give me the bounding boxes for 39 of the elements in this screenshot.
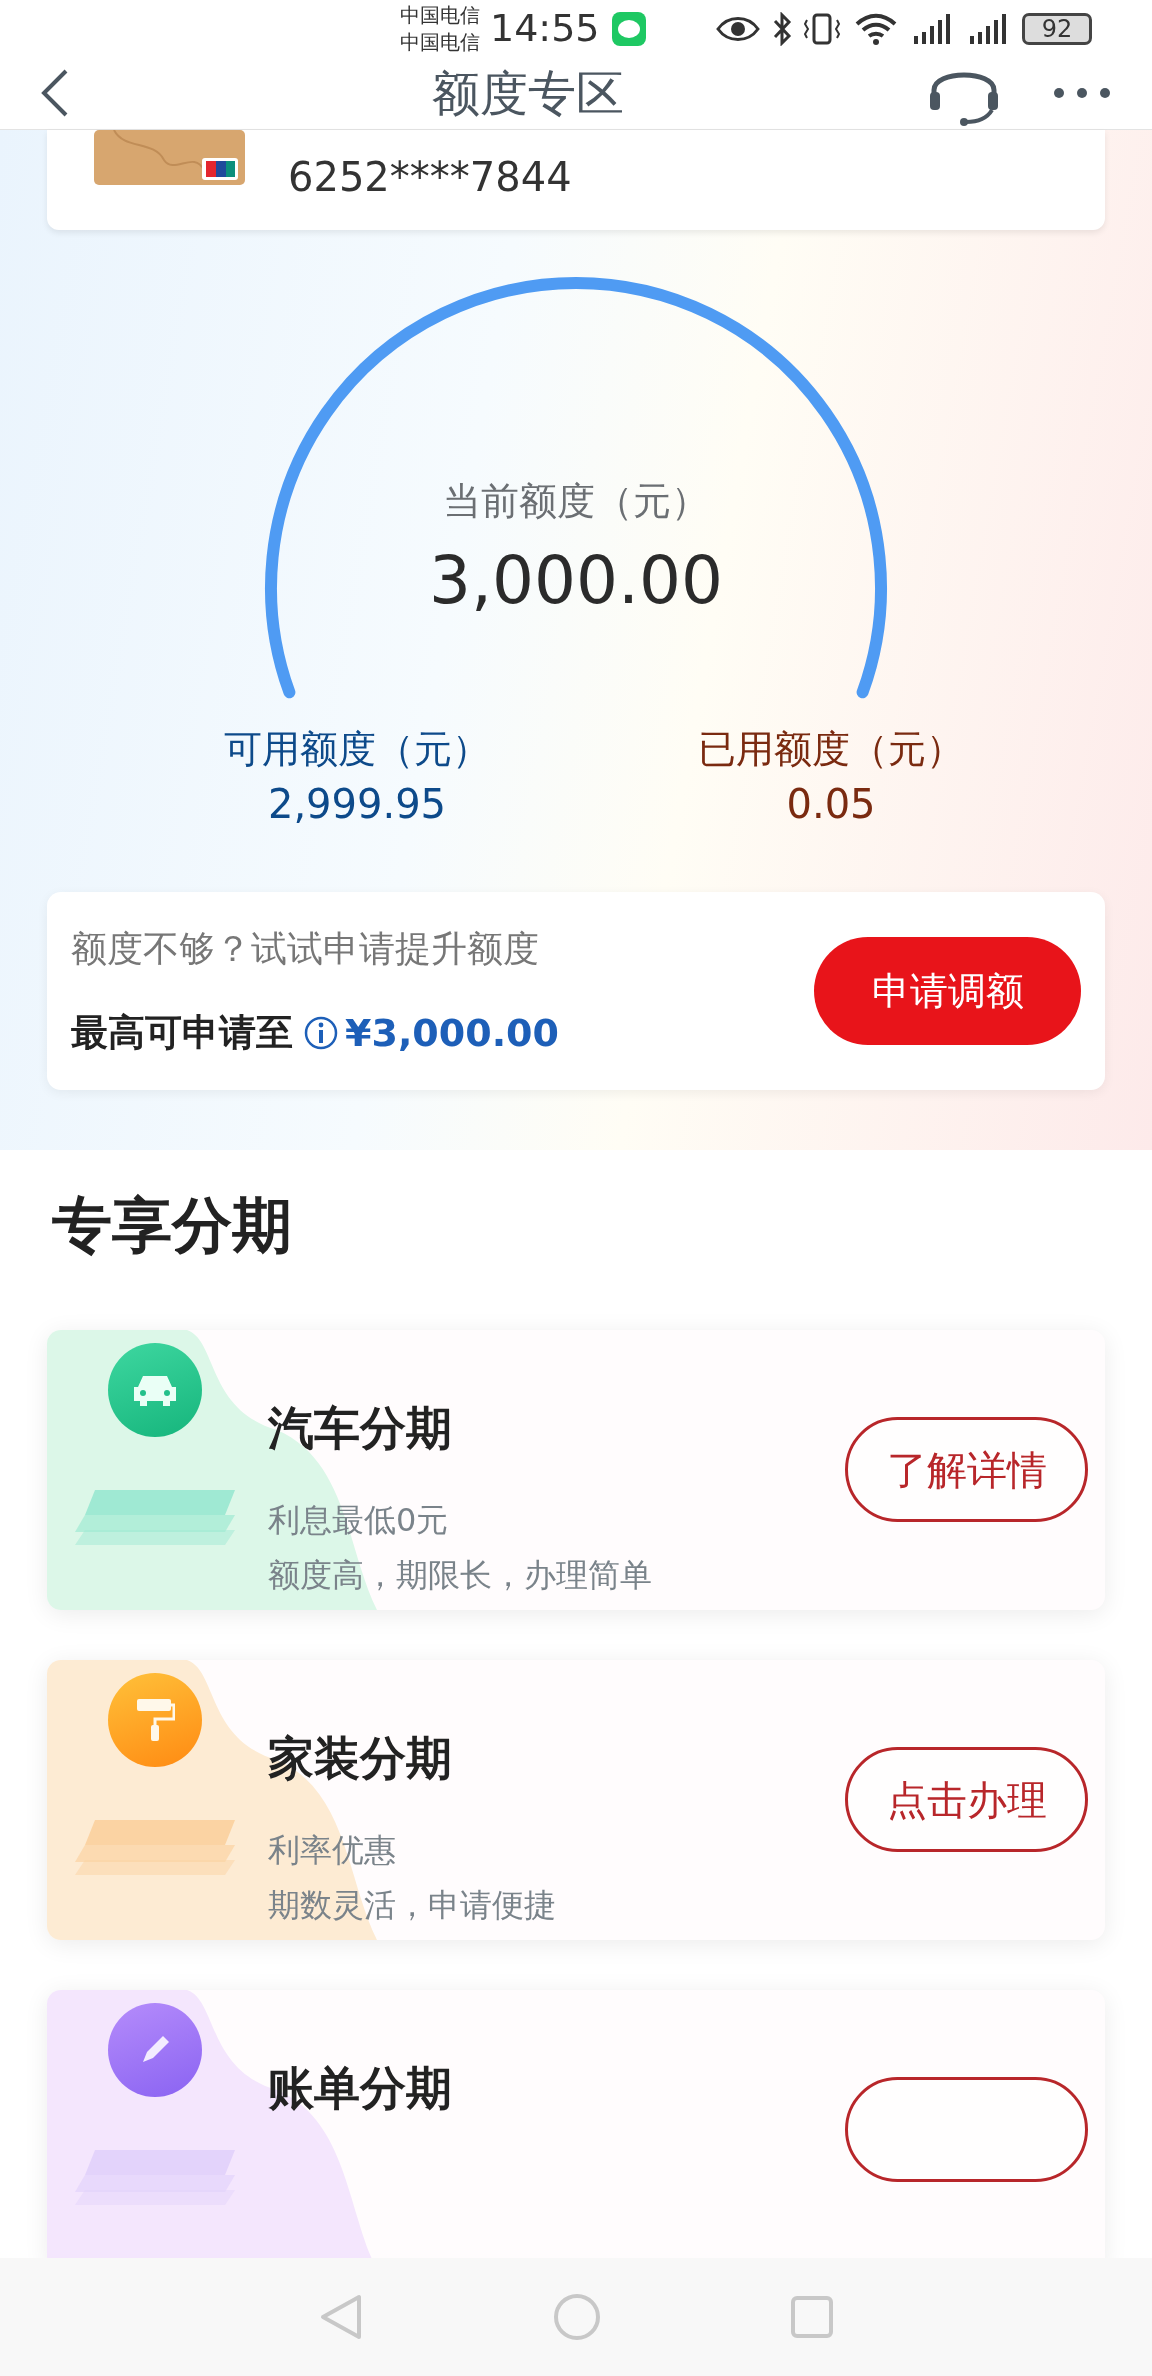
product-description: 期数灵活，申请便捷 — [268, 1885, 557, 1925]
more-icon[interactable] — [1052, 86, 1112, 100]
product-button[interactable]: 了解详情 — [845, 1417, 1088, 1522]
max-value: ¥3,000.00 — [345, 1011, 559, 1055]
paint-roller-icon — [135, 1697, 175, 1743]
status-time: 14:55 — [490, 5, 600, 52]
max-label: 最高可申请至 — [71, 1011, 293, 1055]
gauge-value: 3,000.00 — [429, 541, 723, 621]
product-title: 家装分期 — [268, 1730, 453, 1786]
product-description: 利率优惠 — [268, 1830, 397, 1870]
product-title: 账单分期 — [268, 2060, 453, 2116]
section-title: 专享分期 — [52, 1190, 293, 1260]
product-card[interactable]: 账单分期 — [47, 1990, 1105, 2258]
carrier-name: 中国电信 — [400, 1, 480, 29]
wifi-icon — [854, 11, 898, 46]
info-icon[interactable] — [303, 1015, 339, 1051]
stat-label: 已用额度（元） — [698, 726, 964, 772]
battery-indicator: 92 — [1022, 12, 1092, 45]
stat-label: 可用额度（元） — [224, 726, 490, 772]
product-card[interactable]: 家装分期 利率优惠 期数灵活，申请便捷 点击办理 — [47, 1660, 1105, 1940]
product-title: 汽车分期 — [268, 1400, 453, 1456]
bluetooth-icon — [772, 11, 792, 46]
page-title: 额度专区 — [431, 64, 625, 123]
chat-app-icon — [611, 11, 646, 46]
product-description: 额度高，期限长，办理简单 — [268, 1555, 653, 1595]
promo-hint: 额度不够？试试申请提升额度 — [71, 927, 540, 971]
back-icon[interactable] — [40, 68, 70, 118]
carrier-name: 中国电信 — [400, 28, 480, 56]
stat-value: 0.05 — [786, 780, 876, 828]
card-number: 6252****7844 — [288, 153, 572, 202]
stat-value: 2,999.95 — [267, 780, 447, 828]
vibrate-icon — [802, 11, 842, 46]
gauge-label: 当前额度（元） — [443, 479, 709, 523]
product-card[interactable]: 汽车分期 利息最低0元 额度高，期限长，办理简单 了解详情 — [47, 1330, 1105, 1610]
adjust-limit-button[interactable]: 申请调额 — [814, 937, 1081, 1045]
product-description: 利息最低0元 — [268, 1500, 450, 1540]
eye-icon — [716, 14, 760, 43]
product-button[interactable]: 点击办理 — [845, 1747, 1088, 1852]
bank-card-panel[interactable]: 6252****7844 — [47, 130, 1105, 230]
